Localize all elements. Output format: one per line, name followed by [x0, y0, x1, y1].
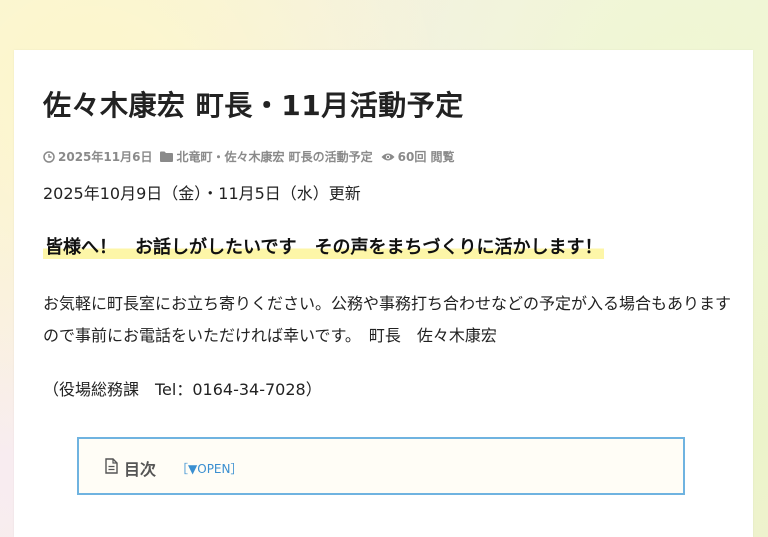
toc-header: 目次 ［▼OPEN］	[105, 456, 243, 480]
document-icon	[105, 458, 118, 478]
post-title: 佐々木康宏 町長・11月活動予定	[43, 89, 464, 122]
clock-icon	[43, 150, 55, 163]
post-category-link[interactable]: 北竜町・佐々木康宏 町長の活動予定	[176, 148, 372, 165]
toc-title: 目次	[124, 460, 157, 479]
post-date-text: 2025年11月6日	[58, 150, 153, 164]
post-category[interactable]: 北竜町・佐々木康宏 町長の活動予定	[160, 148, 373, 165]
post-date: 2025年11月6日	[43, 148, 152, 165]
post-headline: 皆様へ！ お話しがしたいです その声をまちづくりに活かします！	[43, 233, 605, 259]
contact-info: （役場総務課 Tel：0164-34-7028）	[43, 380, 322, 399]
table-of-contents: 目次 ［▼OPEN］	[77, 437, 685, 495]
post-views: 60回 閲覧	[381, 148, 455, 165]
folder-icon	[160, 151, 174, 162]
toc-open-toggle[interactable]: ［▼OPEN］	[176, 460, 242, 477]
post-views-text: 60回 閲覧	[397, 150, 455, 164]
post-meta: 2025年11月6日 北竜町・佐々木康宏 町長の活動予定 60回 閲覧	[43, 148, 455, 165]
post-body: お気軽に町長室にお立ち寄りください。公務や事務打ち合わせなどの予定が入る場合もあ…	[43, 294, 732, 345]
eye-icon	[381, 152, 395, 162]
post-card: 佐々木康宏 町長・11月活動予定 2025年11月6日 北竜町・佐々木康宏 町長…	[14, 50, 753, 537]
updated-note: 2025年10月9日（金）・11月5日（水）更新	[43, 184, 361, 203]
